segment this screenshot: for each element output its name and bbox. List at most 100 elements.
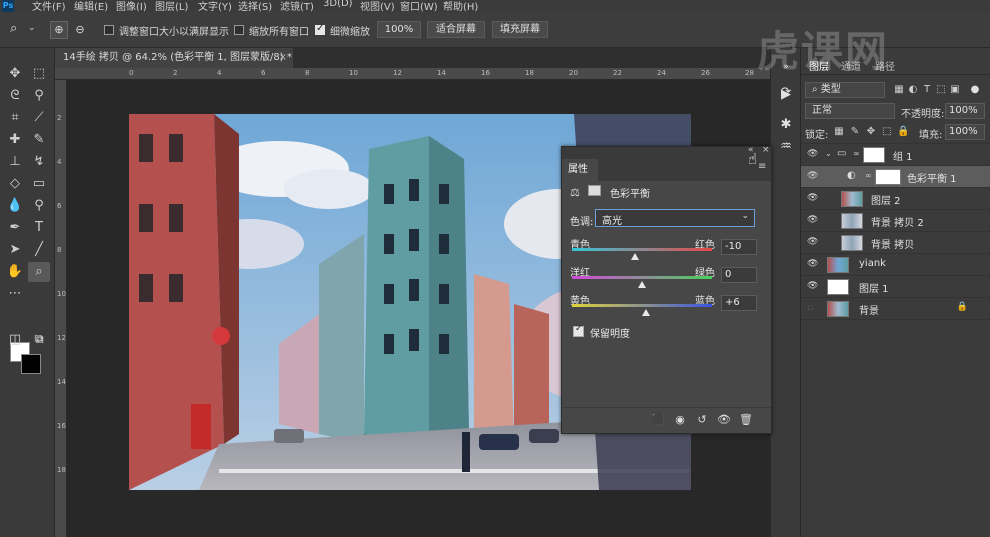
slider-magenta-green-thumb[interactable] [638,281,646,288]
quick-mask-icon[interactable]: ◫ [4,330,26,350]
zoom-tool-icon[interactable]: ⌕ [10,21,17,36]
slider-cyan-red-track[interactable] [572,248,712,251]
filter-smart-icon[interactable]: ▣ [949,83,961,97]
clip-to-layer-icon[interactable]: ⬛ [650,413,666,427]
slider-cyan-red-thumb[interactable] [631,253,639,260]
menu-filter[interactable]: 滤镜(T) [280,0,314,12]
zoom-all-checkbox[interactable] [234,25,244,35]
zoom-tool-icon[interactable]: ⌕ [28,262,50,282]
layer-row-bg-copy[interactable]: 👁 背景 拷贝 [801,231,990,253]
brush-tool-icon[interactable]: ✎ [28,130,50,150]
eye-hidden-icon[interactable]: ▫ [807,303,813,313]
hand-tool-icon[interactable]: ✋ [4,262,26,282]
layer-row-yiank[interactable]: 👁 yiank [801,253,990,275]
lock-all-icon[interactable]: 🔒 [897,125,909,139]
lock-pixels-icon[interactable]: ✎ [849,125,861,139]
dodge-tool-icon[interactable]: ⚲ [28,196,50,216]
filter-adjustment-icon[interactable]: ◐ [907,83,919,97]
filter-type-icon[interactable]: T [921,83,933,97]
scrubby-zoom-checkbox[interactable] [315,23,325,35]
menu-select[interactable]: 选择(S) [238,0,272,12]
menu-file[interactable]: 文件(F) [32,0,66,12]
eye-icon[interactable]: 👁 [807,193,818,203]
tone-select[interactable]: 高光 ⌄ [595,209,755,227]
trash-icon[interactable]: 🗑 [738,413,754,427]
filter-pixel-icon[interactable]: ▦ [893,83,905,97]
menu-window[interactable]: 窗口(W) [400,0,438,12]
blend-mode-select[interactable]: 正常 [805,103,895,119]
mask-icon[interactable] [588,185,601,196]
background-color-swatch[interactable] [21,354,41,374]
menu-type[interactable]: 文字(Y) [198,0,232,12]
history-brush-icon[interactable]: ↯ [28,152,50,172]
close-icon[interactable]: × [762,145,770,155]
layer-mask-thumbnail[interactable] [863,147,885,163]
layer-row-background[interactable]: ▫ 背景 🔒 [801,297,990,319]
document-tab[interactable]: 14手绘 拷贝 @ 64.2% (色彩平衡 1, 图层蒙版/8) * × [55,48,293,68]
move-tool-icon[interactable]: ✥ [4,64,26,84]
eye-icon[interactable]: 👁 [807,237,818,247]
eye-icon[interactable]: 👁 [807,171,818,181]
eyedropper-tool-icon[interactable]: ⟋ [28,108,50,128]
layer-row-layer1[interactable]: 👁 图层 1 [801,275,990,297]
visibility-icon[interactable]: 👁 [716,413,732,427]
lock-transparent-icon[interactable]: ▦ [833,125,845,139]
slider-yellow-blue-thumb[interactable] [642,309,651,316]
type-tool-icon[interactable]: T [28,218,50,238]
lock-artboard-icon[interactable]: ⬚ [881,125,893,139]
filter-toggle-icon[interactable]: ● [969,83,981,97]
menu-help[interactable]: 帮助(H) [443,0,478,12]
line-tool-icon[interactable]: ╱ [28,240,50,260]
resize-windows-checkbox[interactable] [104,25,114,35]
menu-edit[interactable]: 编辑(E) [74,0,108,12]
zoom-out-icon[interactable]: ⊖ [71,21,89,39]
cyan-red-input[interactable]: -10 [721,239,757,255]
lock-position-icon[interactable]: ✥ [865,125,877,139]
brush-settings-icon[interactable]: ✱ [777,116,795,134]
zoom-100-button[interactable]: 100% [377,21,421,38]
chevron-down-icon[interactable]: ⌄ [825,149,832,158]
gradient-tool-icon[interactable]: ▭ [28,174,50,194]
eye-icon[interactable]: 👁 [807,215,818,225]
quick-select-tool-icon[interactable]: ⚲ [28,86,50,106]
layer-filter-select[interactable]: ⌕ 类型 [805,82,885,98]
opacity-field[interactable]: 100% [945,103,985,119]
more-tools-icon[interactable]: ⋯ [4,284,26,304]
lasso-tool-icon[interactable]: ᘓ [4,86,26,106]
pen-tool-icon[interactable]: ✒ [4,218,26,238]
slider-yellow-blue-track[interactable] [572,304,712,307]
layer-mask-thumbnail[interactable] [875,169,901,185]
layer-row-layer2[interactable]: 👁 图层 2 [801,187,990,209]
yellow-blue-input[interactable]: +6 [721,295,757,311]
close-icon[interactable]: × [279,48,287,68]
eye-icon[interactable]: 👁 [807,259,818,269]
panel-menu-icon[interactable]: ≡ [758,161,766,172]
fit-screen-button[interactable]: 适合屏幕 [427,21,485,38]
preserve-luminosity-checkbox[interactable]: ✓ [573,324,584,337]
fill-field[interactable]: 100% [945,124,985,140]
filter-shape-icon[interactable]: ⬚ [935,83,947,97]
magenta-green-input[interactable]: 0 [721,267,757,283]
play-icon[interactable]: ▶ [777,86,795,104]
layer-row-group[interactable]: 👁 ⌄ ▭ ∞ 组 1 [801,143,990,165]
properties-header[interactable]: « × [562,145,771,159]
slider-magenta-green-track[interactable] [572,276,712,279]
crop-tool-icon[interactable]: ⌗ [4,108,26,128]
chevron-down-icon[interactable]: ⌄ [28,23,36,33]
view-previous-icon[interactable]: ◉ [672,413,688,427]
menu-layer[interactable]: 图层(L) [155,0,188,12]
path-select-icon[interactable]: ➤ [4,240,26,260]
blur-tool-icon[interactable]: 💧 [4,196,26,216]
menu-3d[interactable]: 3D(D) [323,0,353,9]
screen-mode-icon[interactable]: ⧉ [28,330,50,350]
healing-tool-icon[interactable]: ✚ [4,130,26,150]
fill-screen-button[interactable]: 填充屏幕 [492,21,548,38]
layer-row-bg-copy2[interactable]: 👁 背景 拷贝 2 [801,209,990,231]
eye-icon[interactable]: 👁 [807,149,818,159]
brushes-icon[interactable]: ♒ [777,138,795,156]
marquee-tool-icon[interactable]: ⬚ [28,64,50,84]
eraser-tool-icon[interactable]: ◇ [4,174,26,194]
eye-icon[interactable]: 👁 [807,281,818,291]
reset-icon[interactable]: ↺ [694,413,710,427]
stamp-tool-icon[interactable]: ⊥ [4,152,26,172]
